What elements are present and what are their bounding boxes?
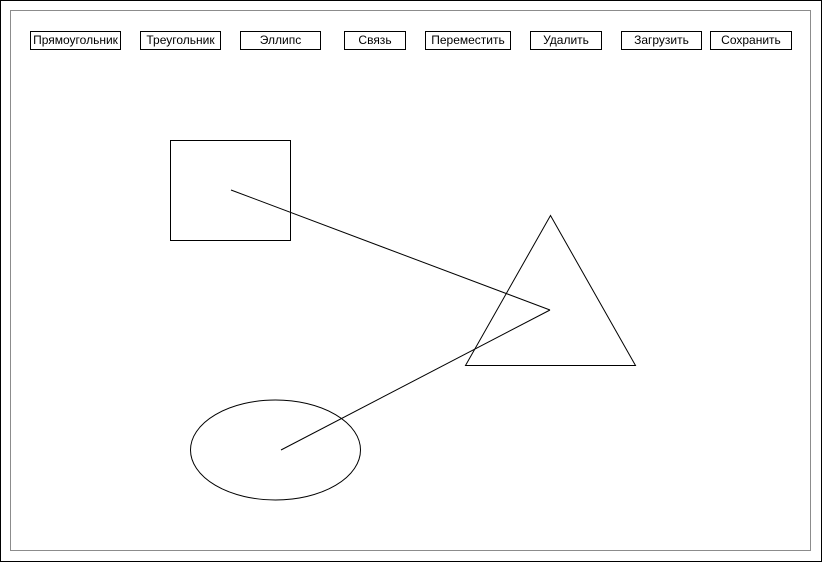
triangle-button[interactable]: Треугольник — [140, 31, 221, 50]
load-button[interactable]: Загрузить — [621, 31, 702, 50]
save-button[interactable]: Сохранить — [710, 31, 792, 50]
delete-button[interactable]: Удалить — [530, 31, 602, 50]
ellipse-shape[interactable] — [190, 399, 361, 501]
rectangle-button[interactable]: Прямоугольник — [30, 31, 121, 50]
ellipse-button[interactable]: Эллипс — [240, 31, 321, 50]
link-button[interactable]: Связь — [344, 31, 406, 50]
rectangle-shape[interactable] — [170, 140, 291, 241]
move-button[interactable]: Переместить — [425, 31, 511, 50]
drawing-canvas[interactable] — [10, 10, 811, 551]
